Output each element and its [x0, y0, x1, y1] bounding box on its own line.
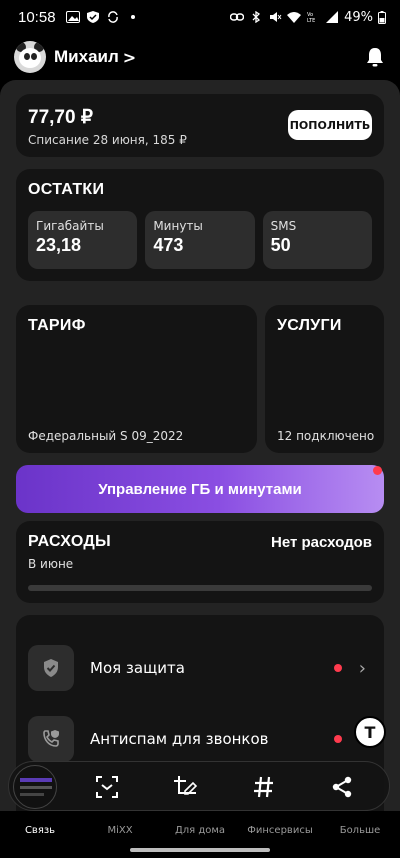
topup-button[interactable]: ПОПОЛНИТЬ [288, 110, 372, 140]
manage-gb-minutes-button[interactable]: Управление ГБ и минутами [16, 465, 384, 513]
battery-level: 49% [344, 9, 373, 25]
remains-card[interactable]: ОСТАТКИ Гигабайты 23,18 Минуты 473 SMS 5… [16, 169, 384, 281]
list-item-label: Моя защита [90, 659, 185, 677]
expenses-period: В июне [28, 557, 74, 571]
nav-item-label: Связь [24, 825, 56, 836]
status-icons-right: Vo LTE 49% [230, 10, 386, 25]
wifi-icon [287, 12, 302, 23]
dot-icon [130, 15, 135, 19]
avatar-face [19, 48, 41, 68]
nav-item-label: Для дома [174, 825, 226, 836]
avatar-eye-left [24, 53, 30, 60]
bell-icon[interactable] [364, 46, 386, 68]
main-panel: 77,70 ₽ Списание 28 июня, 185 ₽ ПОПОЛНИТ… [0, 80, 400, 858]
hashtag-icon[interactable] [251, 774, 277, 800]
thumbnail-stripe [20, 793, 44, 796]
text-extract-button[interactable]: T [354, 716, 386, 748]
shield-check-icon [28, 645, 74, 691]
remains-tiles: Гигабайты 23,18 Минуты 473 SMS 50 [28, 211, 372, 269]
tile-label: Гигабайты [36, 219, 104, 233]
remains-tile-minutes[interactable]: Минуты 473 [145, 211, 255, 269]
image-icon [65, 11, 80, 23]
crop-edit-icon[interactable] [172, 774, 198, 800]
user-name[interactable]: Михаил [54, 47, 119, 67]
list-item-antispam-calls[interactable]: Антиспам для звонков [16, 709, 384, 769]
sync-icon [107, 11, 118, 23]
list-item-my-protection[interactable]: Моя защита › [16, 638, 384, 698]
chevron-right-icon: › [358, 657, 366, 679]
status-time: 10:58 [18, 8, 56, 26]
nav-item-label: MiXX [107, 825, 133, 836]
thumbnail-stripe [20, 778, 52, 782]
tariff-card[interactable]: ТАРИФ Федеральный S 09_2022 [16, 305, 257, 453]
balance-card[interactable]: 77,70 ₽ Списание 28 июня, 185 ₽ ПОПОЛНИТ… [16, 94, 384, 157]
tile-value: 50 [270, 235, 291, 255]
remains-tile-gigabytes[interactable]: Гигабайты 23,18 [28, 211, 138, 269]
notification-dot [334, 664, 342, 672]
avatar-eye-right [31, 53, 37, 60]
expenses-value: Нет расходов [271, 534, 372, 551]
services-connected: 12 подключено [277, 429, 375, 443]
shield-icon [86, 11, 99, 23]
services-card[interactable]: УСЛУГИ 12 подключено [265, 305, 384, 453]
tile-value: 23,18 [36, 235, 82, 255]
battery-icon [378, 10, 386, 24]
screenshot-toolbar [8, 761, 390, 811]
expenses-card[interactable]: РАСХОДЫ Нет расходов В июне [16, 521, 384, 603]
notification-dot [334, 735, 342, 743]
list-item-label: Антиспам для звонков [90, 730, 269, 748]
phone-shield-icon [28, 716, 74, 762]
tile-label: SMS [270, 219, 297, 233]
svg-text:LTE: LTE [307, 18, 315, 23]
nav-item-label: Больше [339, 825, 381, 836]
thumbnail-stripe [20, 786, 52, 789]
remains-title: ОСТАТКИ [28, 181, 105, 198]
remains-tile-sms[interactable]: SMS 50 [262, 211, 372, 269]
nav-item-label: Финсервисы [247, 825, 313, 836]
mute-icon [270, 12, 282, 22]
chevron-right-icon[interactable]: > [123, 48, 136, 67]
link-icon [230, 13, 245, 21]
status-icons-left [65, 11, 140, 23]
services-title: УСЛУГИ [277, 317, 342, 334]
signal-icon [326, 11, 339, 23]
scan-capture-icon[interactable] [94, 774, 120, 800]
expenses-progress-bar [28, 585, 372, 591]
avatar[interactable] [14, 41, 46, 73]
tile-label: Минуты [153, 219, 203, 233]
notification-dot [373, 466, 382, 475]
tile-value: 473 [153, 235, 184, 255]
gesture-handle[interactable] [130, 848, 270, 852]
screenshot-thumbnail[interactable] [13, 765, 57, 809]
user-header: Михаил > [0, 34, 400, 80]
bluetooth-icon [252, 11, 261, 23]
status-bar: 10:58 Vo LTE 49% [0, 0, 400, 34]
tariff-name: Федеральный S 09_2022 [28, 429, 184, 443]
tariff-title: ТАРИФ [28, 317, 86, 334]
volte-icon: VoLTE [307, 12, 315, 23]
share-icon[interactable] [329, 774, 355, 800]
